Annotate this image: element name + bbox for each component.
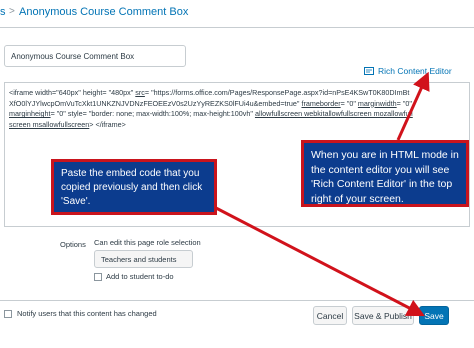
notify-users-label: Notify users that this content has chang… (17, 309, 157, 318)
permission-label: Can edit this page role selection (94, 238, 201, 247)
save-and-publish-button[interactable]: Save & Publish (352, 306, 414, 325)
notify-users-checkbox[interactable] (4, 309, 12, 318)
breadcrumb: s > Anonymous Course Comment Box (0, 0, 474, 28)
add-to-todo-option[interactable]: Add to student to-do (94, 272, 174, 281)
save-button[interactable]: Save (419, 306, 449, 325)
callout-paste-instructions: Paste the embed code that you copied pre… (51, 159, 217, 215)
breadcrumb-current[interactable]: Anonymous Course Comment Box (19, 6, 188, 18)
cancel-button[interactable]: Cancel (313, 306, 347, 325)
breadcrumb-separator-icon: > (9, 6, 15, 17)
notify-users-option[interactable]: Notify users that this content has chang… (4, 309, 157, 318)
page-title-input[interactable] (4, 45, 186, 67)
embed-code: <iframe width="640px" height= "480px" sr… (9, 88, 413, 129)
rich-content-editor-toggle[interactable]: Rich Content Editor (364, 66, 452, 76)
callout-html-mode-note: When you are in HTML mode in the content… (301, 140, 469, 207)
permission-select[interactable]: Teachers and students (94, 250, 193, 268)
add-to-todo-checkbox[interactable] (94, 272, 102, 281)
add-to-todo-label: Add to student to-do (106, 272, 174, 281)
options-label: Options (60, 240, 86, 249)
rich-content-editor-label: Rich Content Editor (378, 66, 452, 76)
rich-content-editor-icon (364, 67, 374, 75)
breadcrumb-previous-link[interactable]: s (0, 6, 6, 18)
